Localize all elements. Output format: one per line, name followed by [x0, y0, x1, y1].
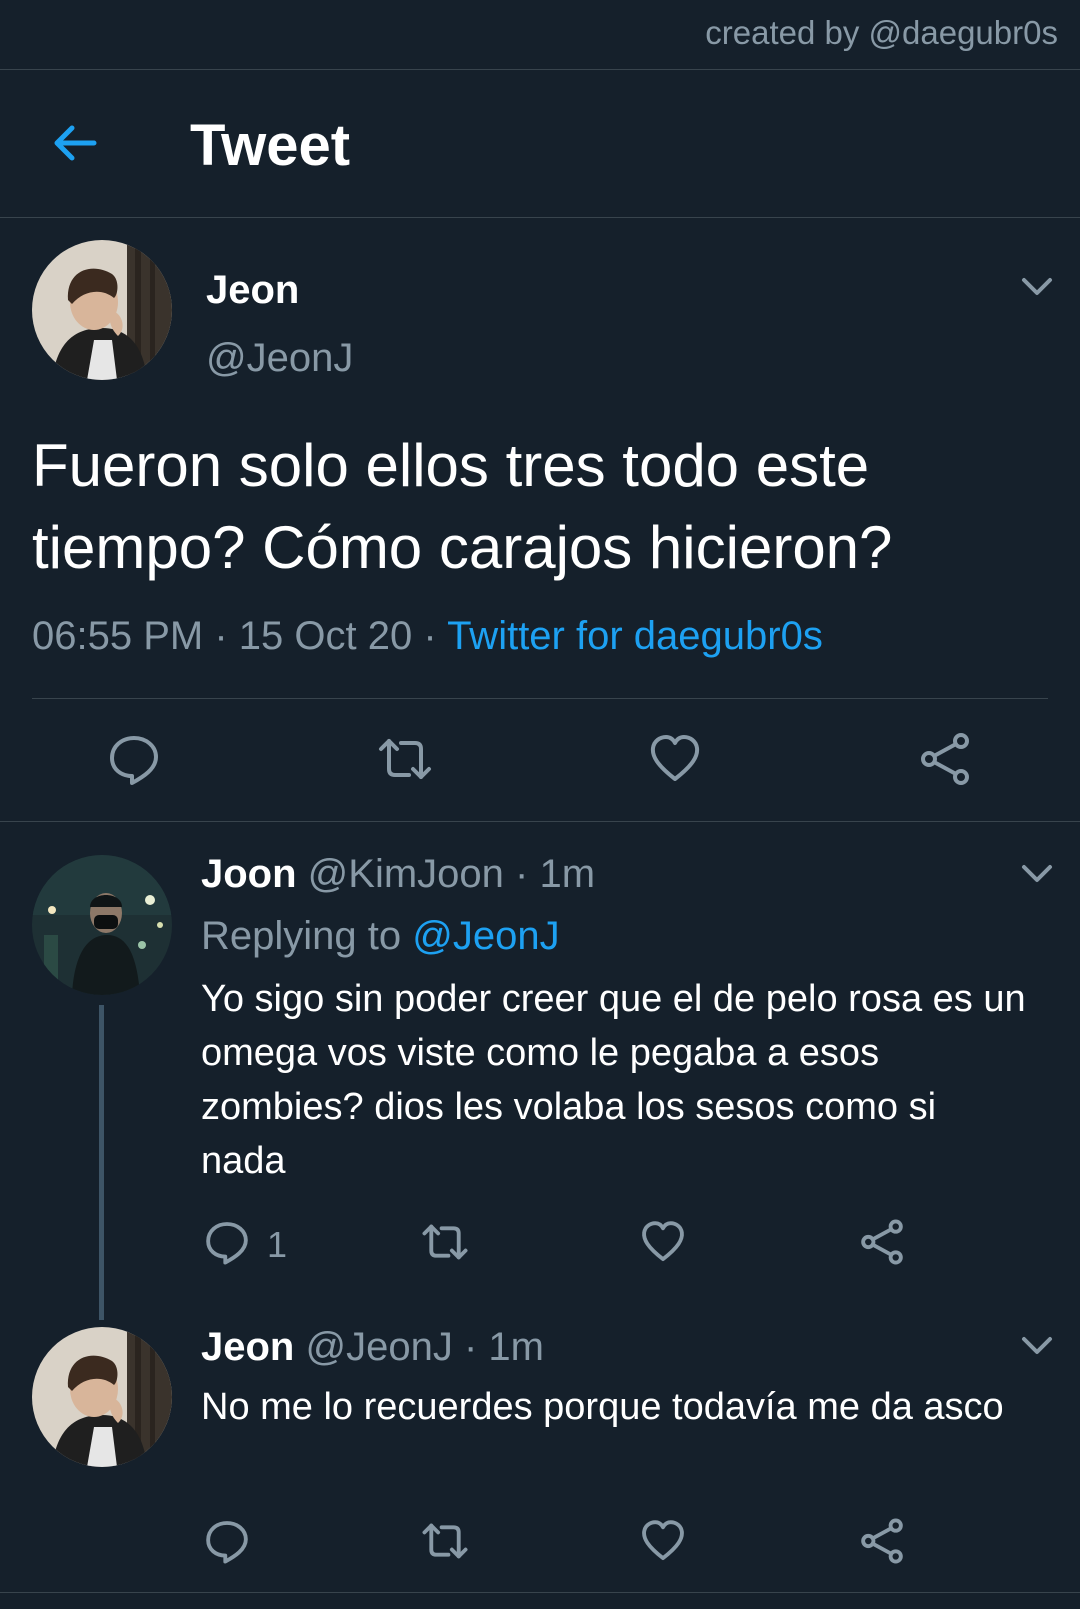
share-icon[interactable] — [858, 1218, 906, 1266]
reply-header: Jeon @JeonJ · 1m — [201, 1325, 544, 1370]
reply-author-handle[interactable]: @JeonJ — [305, 1325, 452, 1369]
avatar[interactable] — [32, 240, 172, 380]
meta-separator: · — [214, 614, 228, 658]
comment-icon[interactable] — [106, 731, 162, 787]
heart-icon[interactable] — [647, 731, 703, 787]
retweet-icon[interactable] — [377, 731, 433, 787]
credit-text: created by @daegubr0s — [705, 14, 1058, 51]
reply-text: Yo sigo sin poder creer que el de pelo r… — [201, 978, 1026, 1182]
comment-icon[interactable] — [203, 1218, 251, 1266]
tweet-time: 06:55 PM — [32, 614, 204, 658]
heart-icon[interactable] — [639, 1218, 687, 1266]
author-name[interactable]: Jeon — [206, 268, 299, 313]
meta-separator: · — [463, 1325, 478, 1369]
meta-separator: · — [423, 614, 437, 658]
reply-header: Joon @KimJoon · 1m — [201, 852, 595, 897]
replying-to: Replying to @JeonJ — [201, 914, 560, 959]
replying-to-link[interactable]: @JeonJ — [412, 914, 559, 958]
chevron-down-icon[interactable] — [1020, 862, 1054, 886]
replying-to-label: Replying to — [201, 914, 402, 958]
share-icon[interactable] — [917, 731, 973, 787]
tweet-text: Fueron solo ellos tres todo este tiempo?… — [32, 432, 893, 581]
retweet-icon[interactable] — [421, 1517, 469, 1565]
thread-line — [99, 1005, 104, 1320]
author-handle[interactable]: @JeonJ — [206, 336, 353, 381]
chevron-down-icon[interactable] — [1020, 275, 1054, 299]
top-app-bar — [0, 70, 1080, 218]
reply-author-name[interactable]: Joon — [201, 852, 297, 896]
tweet-meta: 06:55 PM · 15 Oct 20 · Twitter for daegu… — [32, 614, 823, 659]
avatar[interactable] — [32, 1327, 172, 1467]
divider — [0, 821, 1080, 822]
reply-text: No me lo recuerdes porque todavía me da … — [201, 1386, 1004, 1428]
comment-icon[interactable] — [203, 1517, 251, 1565]
tweet-date: 15 Oct 20 — [238, 614, 413, 658]
reply-author-handle[interactable]: @KimJoon — [308, 852, 504, 896]
tweet-source-link[interactable]: Twitter for daegubr0s — [447, 614, 823, 658]
arrow-left-icon[interactable] — [50, 118, 100, 168]
meta-separator: · — [515, 852, 529, 896]
avatar[interactable] — [32, 855, 172, 995]
share-icon[interactable] — [858, 1517, 906, 1565]
reply-time: 1m — [539, 852, 596, 896]
page-title: Tweet — [190, 113, 351, 178]
divider — [32, 698, 1048, 699]
heart-icon[interactable] — [639, 1517, 687, 1565]
chevron-down-icon[interactable] — [1020, 1334, 1054, 1358]
reply-author-name[interactable]: Jeon — [201, 1325, 294, 1369]
retweet-icon[interactable] — [421, 1218, 469, 1266]
reply-time: 1m — [488, 1325, 544, 1369]
divider — [0, 1592, 1080, 1593]
reply-count: 1 — [267, 1224, 288, 1265]
